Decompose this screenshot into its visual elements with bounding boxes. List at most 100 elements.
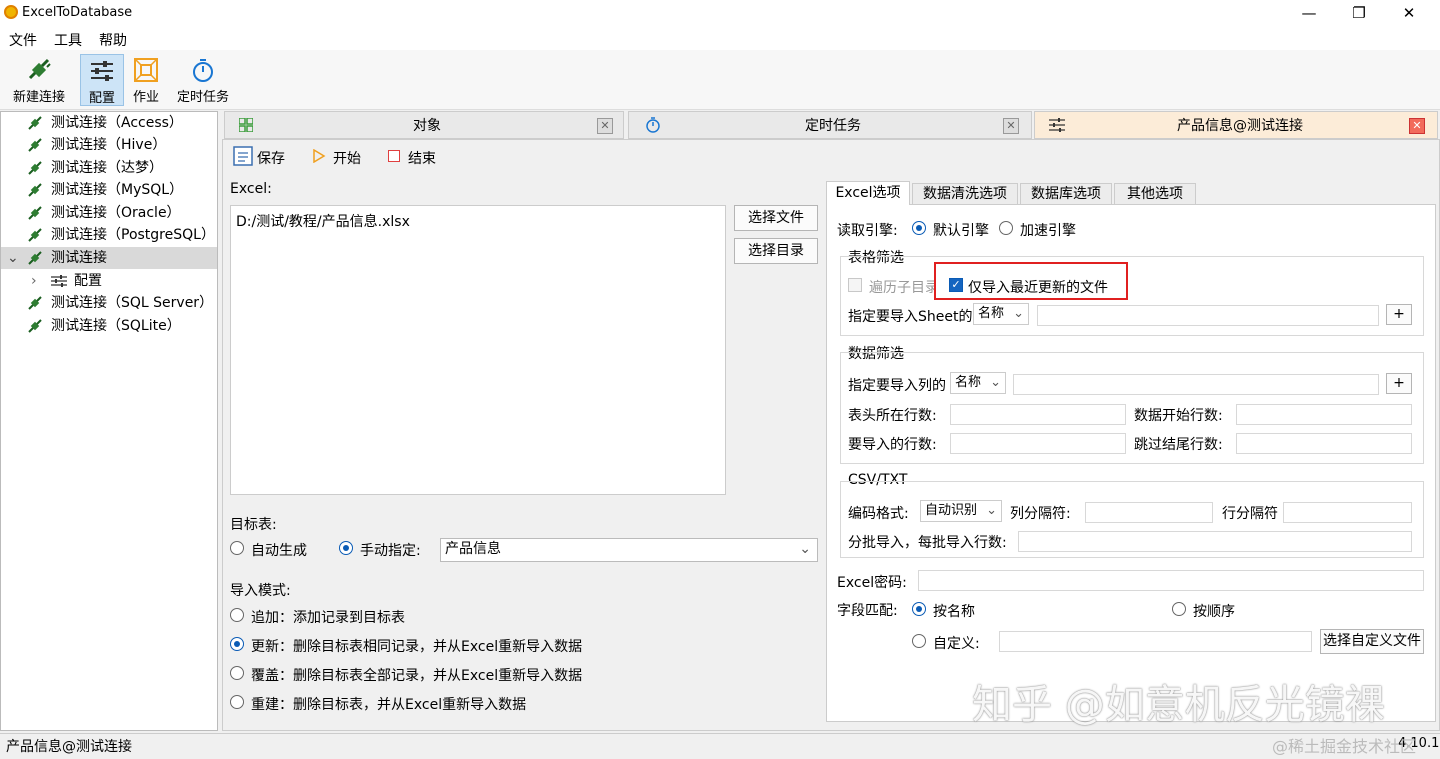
sheet-label: 指定要导入Sheet的 [848,309,973,325]
maximize-button[interactable]: ❐ [1336,2,1382,24]
import-mode-radio-overwrite[interactable] [230,666,244,680]
row-sep-label: 行分隔符 [1222,506,1278,522]
match-by-name-label: 按名称 [933,604,975,620]
excel-file-list[interactable]: D:/测试/教程/产品信息.xlsx [230,205,726,495]
start-button[interactable]: 开始 [333,148,361,168]
options-tab-database[interactable]: 数据库选项 [1020,183,1112,205]
sliders-icon [1049,118,1065,132]
tree-item-config[interactable]: › 配置 [1,270,217,292]
sheet-input[interactable] [1037,305,1379,326]
tab-close-icon[interactable]: ✕ [1003,118,1019,134]
chevron-down-icon: ⌄ [1013,306,1024,321]
choose-custom-file-button[interactable]: 选择自定义文件 [1320,629,1424,654]
target-table-select[interactable]: 产品信息 ⌄ [440,538,818,562]
import-mode-radio-update[interactable] [230,637,244,651]
column-add-button[interactable]: + [1386,373,1412,394]
engine-fast-label: 加速引擎 [1020,223,1076,239]
import-mode-update: 更新：删除目标表相同记录，并从Excel重新导入数据 [251,639,583,655]
job-button[interactable]: 作业 [128,54,164,106]
skip-tail-rows-input[interactable] [1236,433,1412,454]
chevron-down-icon[interactable]: ⌄ [7,247,19,269]
match-custom-radio[interactable] [912,634,926,648]
encoding-select[interactable]: 自动识别 ⌄ [920,500,1002,522]
tree-item-connection[interactable]: 测试连接（达梦） [1,157,217,179]
data-start-row-input[interactable] [1236,404,1412,425]
status-bar [0,733,1440,759]
save-button[interactable]: 保存 [257,148,285,168]
menu-tools[interactable]: 工具 [54,30,82,50]
play-icon [313,149,326,163]
encoding-label: 编码格式: [848,506,909,522]
header-row-label: 表头所在行数: [848,408,937,424]
sheet-add-button[interactable]: + [1386,304,1412,325]
menu-help[interactable]: 帮助 [99,30,127,50]
manual-radio[interactable] [339,541,353,555]
password-input[interactable] [918,570,1424,591]
tree-item-label: 测试连接（Oracle） [51,205,181,221]
column-input[interactable] [1013,374,1379,395]
field-match-label: 字段匹配: [837,603,898,619]
rows-to-import-label: 要导入的行数: [848,437,937,453]
job-icon [134,58,158,82]
match-by-order-radio[interactable] [1172,602,1186,616]
tab-close-icon[interactable]: ✕ [1409,118,1425,134]
chevron-down-icon: ⌄ [990,375,1001,390]
col-sep-input[interactable] [1085,502,1213,523]
sliders-icon [51,275,67,287]
options-tab-cleaning[interactable]: 数据清洗选项 [912,183,1018,205]
tree-item-connection[interactable]: 测试连接（Access） [1,112,217,134]
batch-input[interactable] [1018,531,1412,552]
tree-item-connection[interactable]: 测试连接（Oracle） [1,202,217,224]
tab-object[interactable]: 对象 ✕ [224,111,624,139]
plug-icon [28,319,42,333]
tree-item-connection[interactable]: 测试连接（SQL Server） [1,292,217,314]
options-tab-other[interactable]: 其他选项 [1114,183,1196,205]
import-mode-radio-append[interactable] [230,608,244,622]
menu-file[interactable]: 文件 [9,30,37,50]
end-button[interactable]: 结束 [408,148,436,168]
header-row-input[interactable] [950,404,1126,425]
plug-icon [28,183,42,197]
column-select[interactable]: 名称 ⌄ [950,372,1006,394]
custom-file-input[interactable] [999,631,1312,652]
auto-generate-radio[interactable] [230,541,244,555]
traverse-checkbox[interactable] [848,278,862,292]
match-by-name-radio[interactable] [912,602,926,616]
tab-product[interactable]: 产品信息@测试连接 ✕ [1034,111,1438,139]
rows-to-import-input[interactable] [950,433,1126,454]
tree-item-connection[interactable]: 测试连接（MySQL） [1,179,217,201]
options-tab-excel[interactable]: Excel选项 [826,181,910,205]
import-mode-radio-rebuild[interactable] [230,695,244,709]
new-connection-button[interactable]: 新建连接 [6,54,72,106]
auto-generate-label: 自动生成 [251,543,307,559]
column-select-value: 名称 [955,375,982,390]
title-bar [0,0,1440,26]
col-sep-label: 列分隔符: [1010,506,1071,522]
tab-object-label: 对象 [413,118,441,134]
chevron-right-icon[interactable]: › [31,270,37,292]
row-sep-input[interactable] [1283,502,1412,523]
tree-item-connection[interactable]: 测试连接（SQLite） [1,315,217,337]
excel-file-path[interactable]: D:/测试/教程/产品信息.xlsx [236,211,410,231]
choose-dir-button[interactable]: 选择目录 [734,238,818,264]
tab-scheduled[interactable]: 定时任务 ✕ [628,111,1032,139]
zhihu-watermark: 知乎 @如意机反光镜裸 [972,682,1385,728]
engine-default-radio[interactable] [912,221,926,235]
tree-item-connection[interactable]: 测试连接（PostgreSQL） [1,224,217,246]
scheduled-task-button[interactable]: 定时任务 [172,54,234,106]
window-title: ExcelToDatabase [22,5,133,20]
minimize-button[interactable]: — [1286,2,1332,24]
tree-item-connection[interactable]: ⌄ 测试连接 [1,247,217,269]
chevron-down-icon: ⌄ [986,503,997,518]
config-button[interactable]: 配置 [80,54,124,106]
choose-file-button[interactable]: 选择文件 [734,205,818,231]
plug-icon [28,138,42,152]
sheet-select[interactable]: 名称 ⌄ [973,303,1029,325]
plug-icon [28,116,42,130]
target-label: 目标表: [230,517,277,533]
save-icon [233,146,253,166]
tab-close-icon[interactable]: ✕ [597,118,613,134]
close-button[interactable]: ✕ [1386,2,1432,24]
engine-fast-radio[interactable] [999,221,1013,235]
tree-item-connection[interactable]: 测试连接（Hive） [1,134,217,156]
